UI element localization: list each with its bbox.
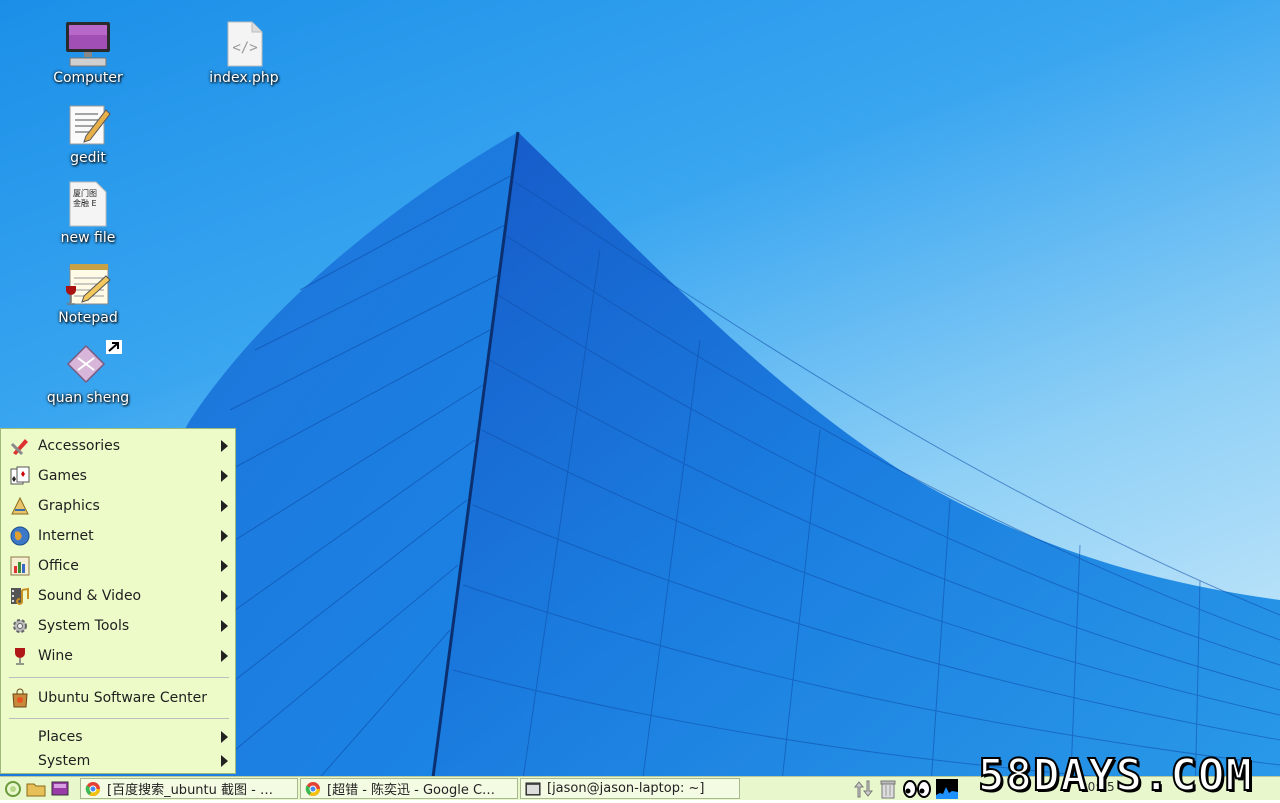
desktop-icon-label: quan sheng: [46, 390, 130, 406]
submenu-arrow-icon: [221, 470, 228, 482]
wine-icon: [9, 645, 31, 667]
file-manager-icon[interactable]: [26, 779, 46, 799]
desktop-icon-label: new file: [60, 230, 116, 246]
accessories-icon: [9, 435, 31, 457]
terminal-icon: [525, 781, 541, 797]
watermark: 58DAYS.COM: [977, 750, 1253, 801]
desktop-icon-label: Notepad: [58, 310, 118, 326]
computer-icon: [64, 20, 112, 68]
menu-launcher-icon[interactable]: [3, 779, 23, 799]
menu-item-system[interactable]: System: [1, 747, 235, 775]
software-center-icon: [9, 687, 31, 709]
submenu-arrow-icon: [221, 755, 228, 767]
svg-text:</>: </>: [232, 40, 257, 56]
network-icon[interactable]: [852, 779, 874, 799]
office-icon: [9, 555, 31, 577]
system-tools-icon: [9, 615, 31, 637]
submenu-arrow-icon: [221, 620, 228, 632]
desktop-icon-label: Computer: [53, 70, 123, 86]
taskbar-task-terminal[interactable]: [jason@jason-laptop: ~]: [520, 778, 740, 799]
notepad-icon: [64, 260, 112, 308]
submenu-arrow-icon: [221, 590, 228, 602]
desktop-icon-label: index.php: [209, 70, 279, 86]
cpu-monitor-icon[interactable]: [936, 779, 958, 799]
submenu-arrow-icon: [221, 731, 228, 743]
submenu-arrow-icon: [221, 530, 228, 542]
graphics-icon: [9, 495, 31, 517]
taskbar-task-chrome-music[interactable]: [超错 - 陈奕迅 - Google C…: [300, 778, 518, 799]
menu-item-system-tools[interactable]: System Tools: [1, 612, 235, 640]
menu-item-accessories[interactable]: Accessories: [1, 432, 235, 460]
desktop-icon-index-php[interactable]: </> index.php: [189, 20, 299, 86]
text-file-icon: 厦门图 金融 E: [64, 180, 112, 228]
submenu-arrow-icon: [221, 650, 228, 662]
internet-icon: [9, 525, 31, 547]
menu-item-games[interactable]: Games: [1, 462, 235, 490]
submenu-arrow-icon: [221, 500, 228, 512]
desktop-icon-new-file[interactable]: 厦门图 金融 E new file: [33, 180, 143, 246]
menu-separator: [9, 677, 229, 678]
menu-separator: [9, 718, 229, 719]
application-menu: Accessories Games Graphics Internet Offi…: [0, 428, 236, 774]
desktop-icon-notepad[interactable]: Notepad: [33, 260, 143, 326]
chrome-icon: [85, 781, 101, 797]
menu-item-graphics[interactable]: Graphics: [1, 492, 235, 520]
games-icon: [9, 465, 31, 487]
svg-text:金融 E: 金融 E: [73, 198, 97, 208]
taskbar-task-chrome-baidu[interactable]: [百度搜索_ubuntu 截图 - …: [80, 778, 298, 799]
submenu-arrow-icon: [221, 560, 228, 572]
sound-video-icon: [9, 585, 31, 607]
gedit-icon: [64, 100, 112, 148]
menu-item-office[interactable]: Office: [1, 552, 235, 580]
menu-item-sound-video[interactable]: Sound & Video: [1, 582, 235, 610]
desktop-icon-gedit[interactable]: gedit: [33, 100, 143, 166]
menu-item-internet[interactable]: Internet: [1, 522, 235, 550]
trash-icon[interactable]: [878, 779, 898, 799]
menu-item-wine[interactable]: Wine: [1, 642, 235, 670]
shortcut-arrow-icon: [106, 340, 122, 354]
desktop-icon-computer[interactable]: Computer: [33, 20, 143, 86]
menu-item-ubuntu-software-center[interactable]: Ubuntu Software Center: [1, 684, 235, 712]
desktop-icon-label: gedit: [70, 150, 106, 166]
svg-text:厦门图: 厦门图: [73, 188, 97, 198]
php-file-icon: </>: [220, 20, 268, 68]
show-desktop-icon[interactable]: [50, 779, 70, 799]
app-shortcut-icon: [64, 340, 122, 388]
submenu-arrow-icon: [221, 440, 228, 452]
eyes-applet-icon[interactable]: [902, 779, 932, 799]
desktop-icon-quan-sheng[interactable]: quan sheng: [33, 340, 143, 406]
chrome-icon: [305, 781, 321, 797]
